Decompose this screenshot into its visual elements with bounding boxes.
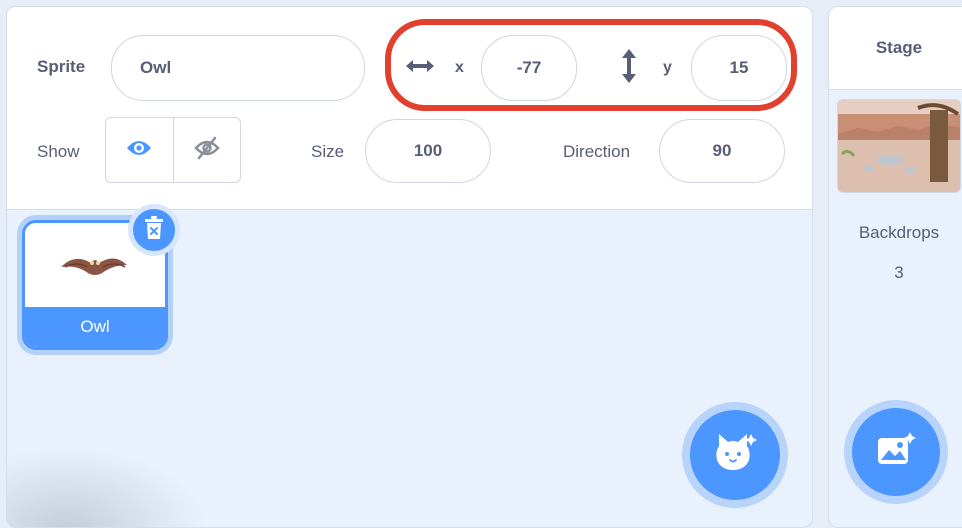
sprite-tile-label: Owl	[25, 307, 165, 347]
choose-sprite-button[interactable]	[690, 410, 780, 500]
choose-backdrop-icon	[876, 431, 916, 473]
direction-label: Direction	[563, 142, 631, 161]
y-position-input[interactable]: 15	[691, 35, 787, 101]
delete-sprite-button[interactable]	[128, 204, 180, 256]
x-position-input[interactable]: -77	[481, 35, 577, 101]
sprite-name-input[interactable]: Owl	[111, 35, 365, 101]
x-arrows-icon	[403, 51, 437, 81]
x-label: x	[455, 59, 464, 76]
size-label: Size	[311, 142, 345, 161]
sprite-label: Sprite	[37, 57, 86, 76]
y-arrows-icon	[619, 47, 639, 85]
choose-sprite-icon	[713, 432, 757, 479]
backdrops-label: Backdrops	[858, 223, 940, 242]
show-toggle-group	[105, 117, 241, 183]
show-label: Show	[37, 142, 80, 161]
show-hidden-button[interactable]	[172, 118, 241, 182]
stage-header: Stage	[829, 7, 962, 90]
direction-input[interactable]: 90	[659, 119, 785, 183]
choose-backdrop-button[interactable]	[852, 408, 940, 496]
trash-icon	[143, 215, 165, 246]
stage-backdrop-thumbnail[interactable]	[837, 99, 961, 193]
backdrops-count: 3	[894, 263, 904, 282]
show-visible-button[interactable]	[106, 118, 173, 182]
sprite-info-panel: Sprite Owl x -77 y 15 Show Size 100 Dire…	[7, 7, 812, 210]
pane-shadow	[7, 447, 207, 527]
y-label: y	[663, 59, 672, 76]
eye-hidden-icon	[193, 136, 221, 165]
eye-icon	[125, 138, 153, 163]
size-input[interactable]: 100	[365, 119, 491, 183]
